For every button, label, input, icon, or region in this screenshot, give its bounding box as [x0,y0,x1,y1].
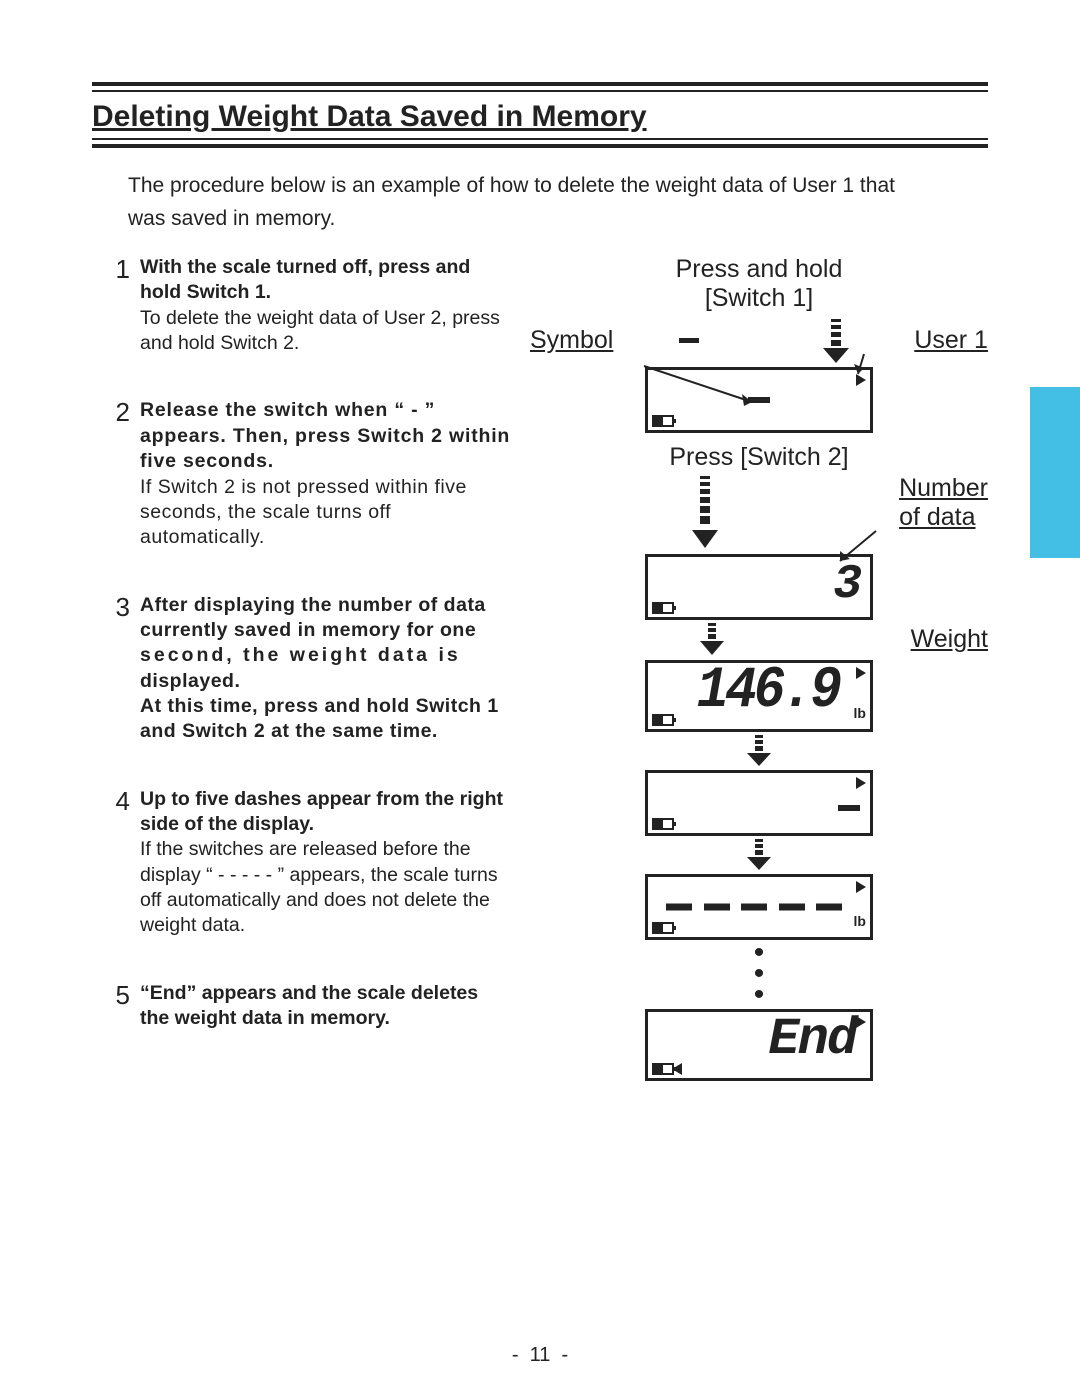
intro-text: The procedure below is an example of how… [128,170,908,235]
step-3-heading2: At this time, press and hold Switch 1 an… [140,695,499,742]
marker-right-icon [856,881,866,893]
step-1: 1 With the scale turned off, press and h… [102,255,512,356]
lb-unit: lb [854,913,866,929]
page-title: Deleting Weight Data Saved in Memory [92,100,988,134]
dots-icon: ••• [530,942,988,1005]
lb-unit: lb [854,705,866,721]
step-3-heading-b: second, the weight data is [140,644,461,666]
step-3: 3 After displaying the number of data cu… [102,593,512,745]
lcd-dash [838,805,860,811]
step-number: 2 [102,398,140,550]
press-switch2-label: Press [Switch 2] [530,443,988,472]
marker-right-icon [856,777,866,789]
lcd-five-dashes [666,904,842,911]
lcd-display-2: 3 [645,554,873,620]
symbol-user-row: Symbol User 1 [530,317,988,363]
down-arrow-icon [744,838,774,870]
step-4: 4 Up to five dashes appear from the righ… [102,787,512,939]
step-5: 5 “End” appears and the scale deletes th… [102,981,512,1032]
press-hold-label: Press and hold [530,255,988,284]
battery-icon [652,922,674,934]
lcd-end: End [768,1014,856,1066]
battery-icon [652,415,674,427]
page-number: - 11 - [0,1344,1080,1367]
lcd-count: 3 [833,561,860,609]
lcd-display-4 [645,770,873,836]
lcd-display-6: End [645,1009,873,1081]
marker-right-icon [856,1016,866,1028]
step-4-body: If the switches are released before the … [140,838,498,936]
step-number: 3 [102,593,140,745]
rule-top [92,82,988,92]
lcd-display-3: 146.9 lb [645,660,873,732]
rule-bottom [92,138,988,148]
number-of-data-row: Number of data [530,474,988,550]
step-3-heading-a: After displaying the number of data curr… [140,594,486,641]
down-arrow-icon [819,317,853,363]
step-number: 4 [102,787,140,939]
symbol-label: Symbol [530,326,613,355]
lcd-weight: 146.9 [666,663,839,721]
battery-icon [652,1063,674,1075]
step-2-heading: Release the switch when “ - ” appears. T… [140,399,510,472]
step-3-heading-c: displayed. [140,670,240,692]
user1-label: User 1 [914,326,988,355]
diagram-column: Press and hold [Switch 1] Symbol User 1 [530,255,988,1083]
step-2-body: If Switch 2 is not pressed within five s… [140,476,467,549]
lcd-dash [748,397,770,403]
down-arrow-icon [744,734,774,766]
step-4-heading: Up to five dashes appear from the right … [140,788,503,835]
step-1-heading: With the scale turned off, press and hol… [140,256,470,303]
weight-row: Weight [530,622,988,656]
down-arrow-icon [697,622,727,656]
step-number: 5 [102,981,140,1032]
steps-column: 1 With the scale turned off, press and h… [92,255,530,1083]
step-2: 2 Release the switch when “ - ” appears.… [102,398,512,550]
lcd-display-5: lb [645,874,873,940]
dash-icon [675,332,703,348]
switch1-label: [Switch 1] [530,284,988,313]
battery-icon [652,602,674,614]
step-1-body: To delete the weight data of User 2, pre… [140,307,500,354]
down-arrow-icon [688,474,722,550]
marker-left-icon [672,1063,682,1075]
weight-label: Weight [911,625,988,654]
number-of-data-label: Number of data [899,474,988,532]
battery-icon [652,818,674,830]
step-5-heading: “End” appears and the scale deletes the … [140,982,478,1029]
section-tab [1030,387,1080,558]
page-number-value: 11 [530,1344,551,1366]
marker-right-icon [856,667,866,679]
marker-right-icon [856,374,866,386]
step-number: 1 [102,255,140,356]
lcd-display-1 [645,367,873,433]
